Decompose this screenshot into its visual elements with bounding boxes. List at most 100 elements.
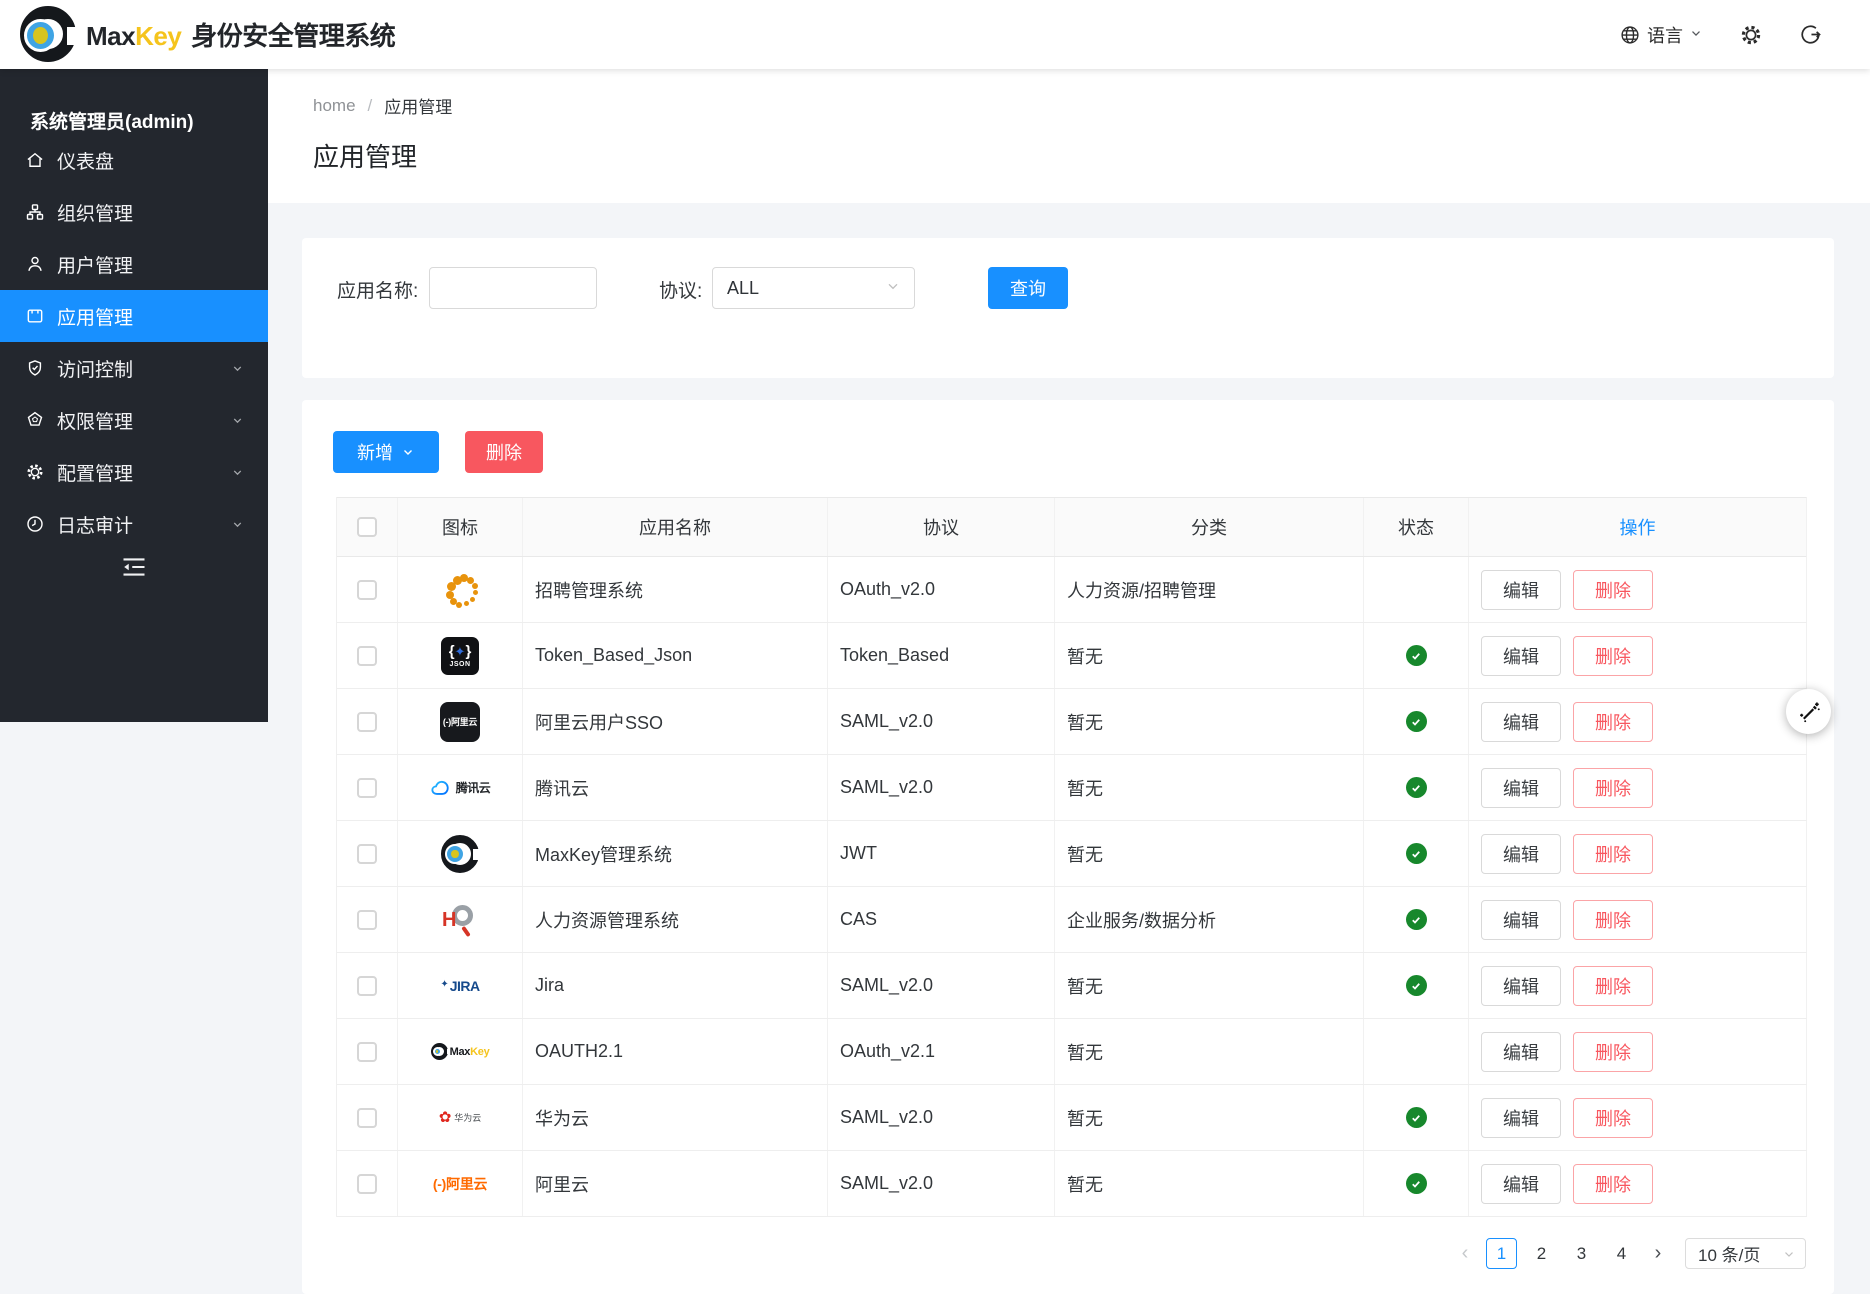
protocol-cell: SAML_v2.0 — [828, 755, 1055, 820]
row-checkbox[interactable] — [357, 1108, 377, 1128]
delete-row-button[interactable]: 删除 — [1573, 768, 1653, 808]
sidebar-item-3[interactable]: 应用管理 — [0, 290, 268, 342]
column-header-actions[interactable]: 操作 — [1469, 498, 1807, 556]
delete-row-button[interactable]: 删除 — [1573, 702, 1653, 742]
header-actions: 语言 — [1619, 0, 1822, 69]
pagination-page-2[interactable]: 2 — [1526, 1238, 1557, 1269]
language-menu[interactable]: 语言 — [1619, 22, 1703, 48]
access-control-icon — [25, 358, 45, 378]
settings-button[interactable] — [1739, 23, 1763, 47]
json-app-icon: {✦}JSON — [441, 637, 479, 675]
app-name-cell: 阿里云用户SSO — [523, 689, 828, 754]
search-panel: 应用名称: 协议: ALL 查询 — [302, 238, 1834, 378]
gear-icon — [1739, 23, 1763, 47]
protocol-cell: SAML_v2.0 — [828, 1151, 1055, 1216]
delete-row-button[interactable]: 删除 — [1573, 570, 1653, 610]
edit-button[interactable]: 编辑 — [1481, 702, 1561, 742]
row-checkbox[interactable] — [357, 1174, 377, 1194]
language-label: 语言 — [1647, 22, 1683, 48]
sidebar-item-6[interactable]: 配置管理 — [0, 446, 268, 498]
magic-wand-button[interactable] — [1786, 689, 1831, 734]
status-active-icon — [1406, 645, 1427, 666]
select-all-checkbox[interactable] — [357, 517, 377, 537]
edit-button[interactable]: 编辑 — [1481, 1164, 1561, 1204]
sidebar-item-5[interactable]: 权限管理 — [0, 394, 268, 446]
app-name-cell: Jira — [523, 953, 828, 1018]
pagination-page-3[interactable]: 3 — [1566, 1238, 1597, 1269]
app-name-input[interactable] — [429, 267, 597, 309]
edit-button[interactable]: 编辑 — [1481, 966, 1561, 1006]
edit-button[interactable]: 编辑 — [1481, 636, 1561, 676]
row-checkbox[interactable] — [357, 910, 377, 930]
protocol-label: 协议: — [659, 276, 702, 303]
delete-row-button[interactable]: 删除 — [1573, 966, 1653, 1006]
app-title: 身份安全管理系统 — [191, 21, 395, 51]
delete-row-button[interactable]: 删除 — [1573, 1032, 1653, 1072]
maxkey-logo-icon — [18, 5, 78, 65]
pagination-page-1[interactable]: 1 — [1486, 1238, 1517, 1269]
delete-button[interactable]: 删除 — [465, 431, 543, 473]
pagination: ‹ 1234 › 10 条/页 — [1453, 1238, 1806, 1269]
row-checkbox[interactable] — [357, 712, 377, 732]
category-cell: 人力资源/招聘管理 — [1055, 557, 1364, 622]
sidebar-menu: 仪表盘组织管理用户管理应用管理访问控制权限管理配置管理日志审计 — [0, 134, 268, 550]
row-checkbox[interactable] — [357, 844, 377, 864]
actions-cell: 编辑删除 — [1469, 1151, 1807, 1216]
protocol-select[interactable]: ALL — [712, 267, 915, 309]
settings-icon — [25, 462, 45, 482]
sidebar-item-label: 应用管理 — [57, 303, 133, 330]
status-active-icon — [1406, 711, 1427, 732]
protocol-cell: SAML_v2.0 — [828, 953, 1055, 1018]
row-checkbox[interactable] — [357, 1042, 377, 1062]
edit-button[interactable]: 编辑 — [1481, 1032, 1561, 1072]
row-checkbox[interactable] — [357, 580, 377, 600]
sidebar-item-4[interactable]: 访问控制 — [0, 342, 268, 394]
table-header-row: 图标 应用名称 协议 分类 状态 操作 — [337, 497, 1806, 557]
sidebar-item-label: 仪表盘 — [57, 147, 114, 174]
row-checkbox[interactable] — [357, 646, 377, 666]
chevron-down-icon — [1689, 24, 1703, 45]
delete-row-button[interactable]: 删除 — [1573, 834, 1653, 874]
table-row: MaxKeyOAUTH2.1OAuth_v2.1暂无编辑删除 — [337, 1019, 1806, 1085]
page-size-value: 10 条/页 — [1698, 1241, 1760, 1266]
status-cell — [1364, 755, 1469, 820]
edit-button[interactable]: 编辑 — [1481, 1098, 1561, 1138]
breadcrumb-home-link[interactable]: home — [313, 96, 356, 116]
edit-button[interactable]: 编辑 — [1481, 768, 1561, 808]
row-checkbox[interactable] — [357, 976, 377, 996]
page-size-select[interactable]: 10 条/页 — [1685, 1238, 1806, 1269]
edit-button[interactable]: 编辑 — [1481, 570, 1561, 610]
table-row: (-)阿里云阿里云用户SSOSAML_v2.0暂无编辑删除 — [337, 689, 1806, 755]
sidebar-collapse-icon[interactable] — [120, 555, 148, 579]
pagination-prev-icon[interactable]: ‹ — [1453, 1242, 1477, 1265]
delete-row-button[interactable]: 删除 — [1573, 1098, 1653, 1138]
add-button[interactable]: 新增 — [333, 431, 439, 473]
status-cell — [1364, 1085, 1469, 1150]
logout-button[interactable] — [1799, 23, 1822, 46]
sidebar-item-1[interactable]: 组织管理 — [0, 186, 268, 238]
page-header-strip: home / 应用管理 应用管理 — [268, 69, 1870, 203]
aliyun-dark-icon: (-)阿里云 — [440, 702, 480, 742]
pagination-next-icon[interactable]: › — [1646, 1242, 1670, 1265]
sidebar-item-7[interactable]: 日志审计 — [0, 498, 268, 550]
delete-row-button[interactable]: 删除 — [1573, 1164, 1653, 1204]
table-body: 招聘管理系统OAuth_v2.0人力资源/招聘管理编辑删除{✦}JSONToke… — [337, 557, 1806, 1217]
status-cell — [1364, 887, 1469, 952]
dashboard-icon — [25, 150, 45, 170]
hr-app-icon: HR — [440, 900, 480, 940]
row-checkbox[interactable] — [357, 778, 377, 798]
sidebar-item-label: 配置管理 — [57, 459, 133, 486]
column-header-name: 应用名称 — [523, 498, 828, 556]
applications-icon — [25, 306, 45, 326]
pagination-page-4[interactable]: 4 — [1606, 1238, 1637, 1269]
delete-row-button[interactable]: 删除 — [1573, 636, 1653, 676]
sidebar-item-2[interactable]: 用户管理 — [0, 238, 268, 290]
delete-row-button[interactable]: 删除 — [1573, 900, 1653, 940]
category-cell: 暂无 — [1055, 1085, 1364, 1150]
edit-button[interactable]: 编辑 — [1481, 900, 1561, 940]
app-name-cell: 阿里云 — [523, 1151, 828, 1216]
sidebar-item-0[interactable]: 仪表盘 — [0, 134, 268, 186]
edit-button[interactable]: 编辑 — [1481, 834, 1561, 874]
search-button[interactable]: 查询 — [988, 267, 1068, 309]
globe-icon — [1619, 24, 1641, 46]
